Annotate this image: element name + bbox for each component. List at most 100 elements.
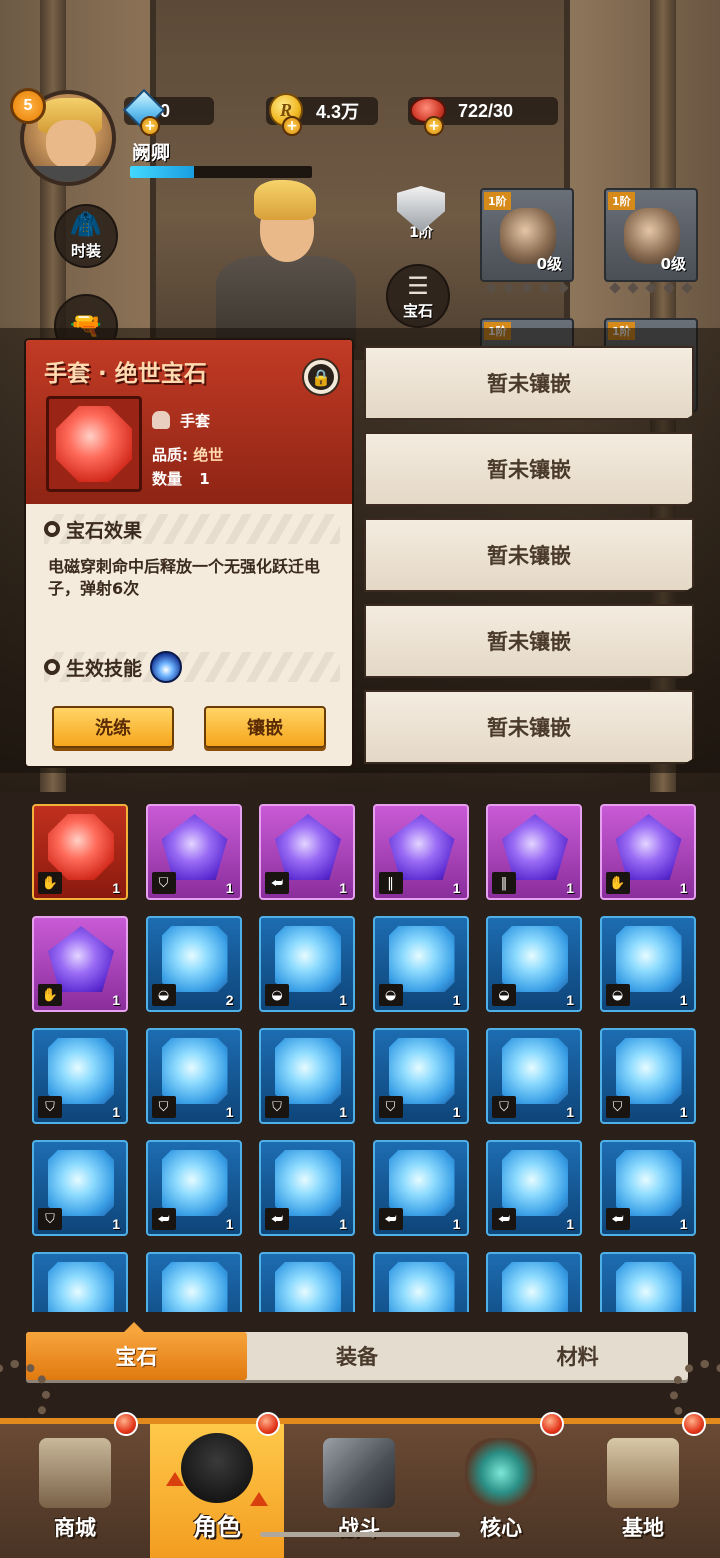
inventory-gem-blue[interactable]: ◒ 2	[145, 916, 242, 1012]
inventory-gem-blue[interactable]	[486, 1252, 582, 1312]
gem-inventory-grid[interactable]: ✋ 1 ⛉ 1 ⮨ 1 ‖ 1 ‖ 1 ✋ 1 ✋ 1 ◒ 2 ◒ 1 ◒ 1 ◒ 1 ◒ 1 ⛉ 1 ⛉ 1 ⛉ 1 ⛉ 1 ⛉ 1 ⛉ 1 ⛉ 1 ⮨ 1…	[0, 792, 720, 1312]
coin-value: 4.3万	[316, 102, 360, 122]
inventory-gem-blue[interactable]: ◒ 1	[372, 916, 469, 1012]
player-level-badge: 5	[10, 88, 46, 124]
inventory-gem-blue[interactable]: ⛉ 1	[145, 1028, 242, 1124]
nav-shop[interactable]: 商城	[8, 1412, 142, 1558]
blue-gem-icon	[161, 1150, 228, 1216]
inventory-gem-blue[interactable]: ⛉ 1	[372, 1028, 469, 1124]
tab-equipment[interactable]: 装备	[247, 1332, 468, 1380]
add-stamina-button[interactable]: +	[424, 116, 444, 136]
inlay-slot[interactable]: 暂未镶嵌	[364, 432, 694, 506]
inventory-gem-blue[interactable]	[145, 1252, 242, 1312]
inlay-slot[interactable]: 暂未镶嵌	[364, 604, 694, 678]
gem-quality: 品质: 绝世	[152, 446, 224, 464]
inventory-gem-red[interactable]: ✋ 1	[32, 804, 128, 900]
inventory-gem-purple[interactable]: ✋ 1	[32, 916, 128, 1012]
inventory-gem-purple[interactable]: ‖ 1	[372, 804, 469, 900]
blue-gem-icon	[161, 1262, 228, 1312]
refine-button[interactable]: 洗练	[52, 706, 174, 748]
inventory-gem-purple[interactable]: ⛉ 1	[145, 804, 242, 900]
top-hud: 5 0 + 4.3万 R + 722/30 + 阙卿	[0, 80, 720, 190]
boots-icon: ⮨	[265, 1208, 289, 1230]
blue-gem-icon	[388, 1038, 455, 1104]
inventory-gem-blue[interactable]	[372, 1252, 469, 1312]
notification-dot-icon	[682, 1412, 706, 1436]
inventory-gem-blue[interactable]: ⮨ 1	[372, 1140, 469, 1236]
inventory-gem-blue[interactable]: ⮨ 1	[259, 1140, 355, 1236]
inventory-gem-blue[interactable]	[32, 1252, 128, 1312]
inlay-button[interactable]: 镶嵌	[204, 706, 326, 748]
inventory-gem-blue[interactable]: ⛉ 1	[599, 1028, 696, 1124]
inventory-gem-blue[interactable]: ⛉ 1	[486, 1028, 582, 1124]
purple-gem-icon	[615, 814, 682, 880]
tab-materials[interactable]: 材料	[467, 1332, 688, 1380]
pants-icon: ‖	[492, 872, 516, 894]
blue-gem-icon	[502, 1262, 568, 1312]
inlay-slot[interactable]: 暂未镶嵌	[364, 690, 694, 764]
exp-bar-fill	[130, 166, 194, 178]
inlay-slot[interactable]: 暂未镶嵌	[364, 518, 694, 592]
rank-badge[interactable]: 1阶	[392, 186, 450, 250]
helmet-icon: ◒	[151, 984, 176, 1006]
helmet-icon: ◒	[265, 984, 289, 1006]
inventory-gem-blue[interactable]: ◒ 1	[486, 916, 582, 1012]
nav-core[interactable]: 核心	[434, 1412, 568, 1558]
gem-count: 1	[566, 992, 574, 1008]
gem-count: 1	[452, 992, 461, 1008]
outfit-button[interactable]: 🧥 时装	[54, 204, 118, 268]
coin-counter[interactable]: 4.3万 R +	[266, 93, 378, 136]
blue-gem-icon	[615, 926, 682, 992]
inventory-gem-blue[interactable]: ◒ 1	[599, 916, 696, 1012]
inventory-gem-blue[interactable]: ⛉ 1	[259, 1028, 355, 1124]
battle-icon	[323, 1438, 395, 1508]
nav-base[interactable]: 基地	[576, 1412, 710, 1558]
inventory-gem-blue[interactable]: ⮨ 1	[486, 1140, 582, 1236]
tab-gems[interactable]: 宝石	[26, 1332, 247, 1380]
nav-label: 角色	[193, 1513, 241, 1541]
armor-icon: ⛉	[265, 1096, 289, 1118]
inventory-gem-purple[interactable]: ⮨ 1	[259, 804, 355, 900]
boots-icon: ⮨	[265, 872, 289, 894]
pants-icon: ‖	[378, 872, 403, 894]
gem-count: 1	[679, 992, 688, 1008]
home-indicator	[260, 1532, 460, 1537]
diamond-counter[interactable]: 0 +	[122, 88, 214, 136]
hero-character	[206, 180, 366, 350]
boots-icon: ⮨	[492, 1208, 516, 1230]
nav-label: 战斗	[338, 1516, 380, 1540]
gem-count: 1	[339, 880, 347, 896]
equip-slot-gloves[interactable]: 1阶 0级	[604, 188, 698, 294]
inventory-gem-blue[interactable]: ⮨ 1	[599, 1140, 696, 1236]
blue-gem-icon	[48, 1262, 114, 1312]
popup-header: 手套 · 绝世宝石 🔒 手套 品质: 绝世 数量 1	[26, 340, 352, 504]
inventory-gem-blue[interactable]	[599, 1252, 696, 1312]
gem-count: 1	[452, 880, 461, 896]
inventory-gem-blue[interactable]: ◒ 1	[259, 916, 355, 1012]
gem-count: 1	[679, 1216, 688, 1232]
gem-menu-button[interactable]: ☰ 宝石	[386, 264, 450, 328]
inventory-gem-blue[interactable]	[259, 1252, 355, 1312]
glove-icon	[152, 411, 170, 429]
nav-battle[interactable]: 战斗	[292, 1424, 426, 1558]
nav-character[interactable]: 角色	[150, 1412, 284, 1558]
inventory-gem-blue[interactable]: ⛉ 1	[32, 1028, 128, 1124]
add-diamond-button[interactable]: +	[140, 116, 160, 136]
stamina-value: 722/30	[458, 100, 514, 121]
gem-count: 1	[112, 1104, 120, 1120]
inventory-gem-blue[interactable]: ⛉ 1	[32, 1140, 128, 1236]
lightning-skill-icon[interactable]	[150, 651, 183, 683]
equip-slot-helmet[interactable]: 1阶 0级	[480, 188, 574, 294]
blue-gem-icon	[502, 1150, 568, 1216]
gem-count: 1	[679, 880, 688, 896]
lock-button[interactable]: 🔒	[302, 358, 340, 396]
inventory-gem-purple[interactable]: ‖ 1	[486, 804, 582, 900]
inventory-gem-purple[interactable]: ✋ 1	[599, 804, 696, 900]
blue-gem-icon	[161, 1038, 228, 1104]
inlay-slot[interactable]: 暂未镶嵌	[364, 346, 694, 420]
gem-count: 1	[452, 1216, 461, 1232]
purple-gem-icon	[275, 814, 341, 880]
add-coin-button[interactable]: +	[282, 116, 302, 136]
inventory-gem-blue[interactable]: ⮨ 1	[145, 1140, 242, 1236]
stamina-counter[interactable]: 722/30 +	[408, 94, 558, 136]
